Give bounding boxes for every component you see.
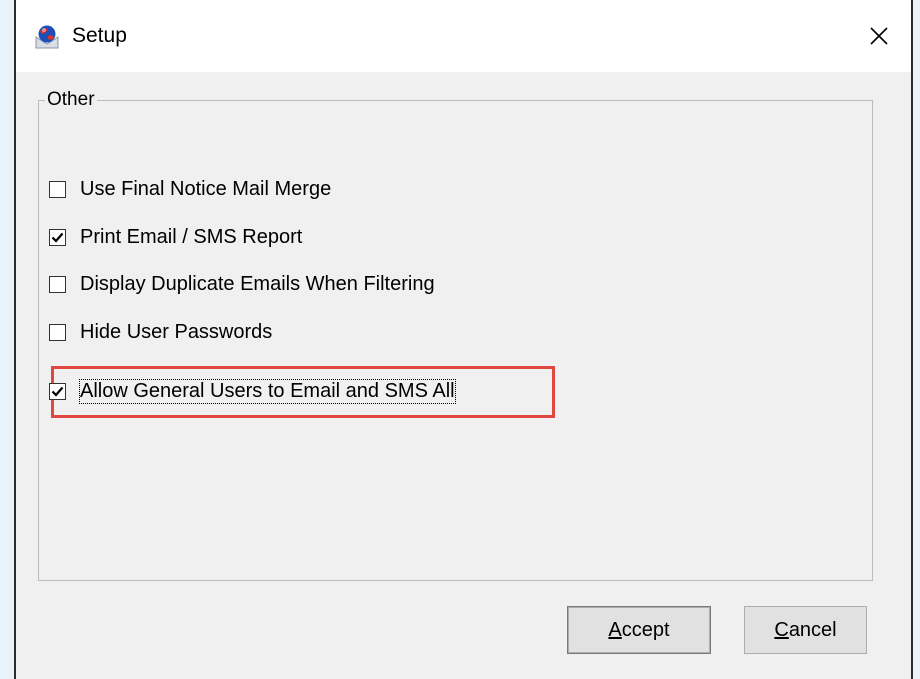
dialog-client-area: Other Use Final Notice Mail Merge Print … <box>16 72 911 679</box>
option-label: Display Duplicate Emails When Filtering <box>80 272 435 295</box>
window-title: Setup <box>72 24 127 47</box>
option-allow-general-users-email-sms-all[interactable]: Allow General Users to Email and SMS All <box>49 376 456 406</box>
option-label: Print Email / SMS Report <box>80 225 303 248</box>
checkbox[interactable] <box>49 180 66 198</box>
checkbox[interactable] <box>49 275 66 293</box>
close-button[interactable] <box>861 18 897 54</box>
option-use-final-notice-mail-merge[interactable]: Use Final Notice Mail Merge <box>49 174 331 204</box>
option-label: Use Final Notice Mail Merge <box>80 177 332 200</box>
checkbox[interactable] <box>49 382 66 400</box>
other-groupbox: Other Use Final Notice Mail Merge Print … <box>38 90 873 581</box>
checkbox[interactable] <box>49 323 66 341</box>
checkmark-icon <box>51 386 64 397</box>
accept-button[interactable]: Accept <box>567 606 711 654</box>
close-icon <box>870 27 888 45</box>
option-label: Allow General Users to Email and SMS All <box>79 378 456 404</box>
checkbox[interactable] <box>49 228 66 246</box>
groupbox-legend: Other <box>47 89 95 110</box>
checkmark-icon <box>51 232 64 243</box>
option-label: Hide User Passwords <box>80 320 273 343</box>
title-bar[interactable]: Setup <box>16 0 911 72</box>
setup-dialog: Setup Other Use Final Notice Mail Merge … <box>14 0 913 679</box>
cancel-button[interactable]: Cancel <box>744 606 867 654</box>
mail-globe-icon <box>34 24 60 50</box>
cancel-button-label: Cancel <box>774 618 837 641</box>
accept-button-label: Accept <box>608 618 670 641</box>
option-hide-user-passwords[interactable]: Hide User Passwords <box>49 317 272 347</box>
option-print-email-sms-report[interactable]: Print Email / SMS Report <box>49 222 302 252</box>
option-display-duplicate-emails[interactable]: Display Duplicate Emails When Filtering <box>49 269 435 299</box>
